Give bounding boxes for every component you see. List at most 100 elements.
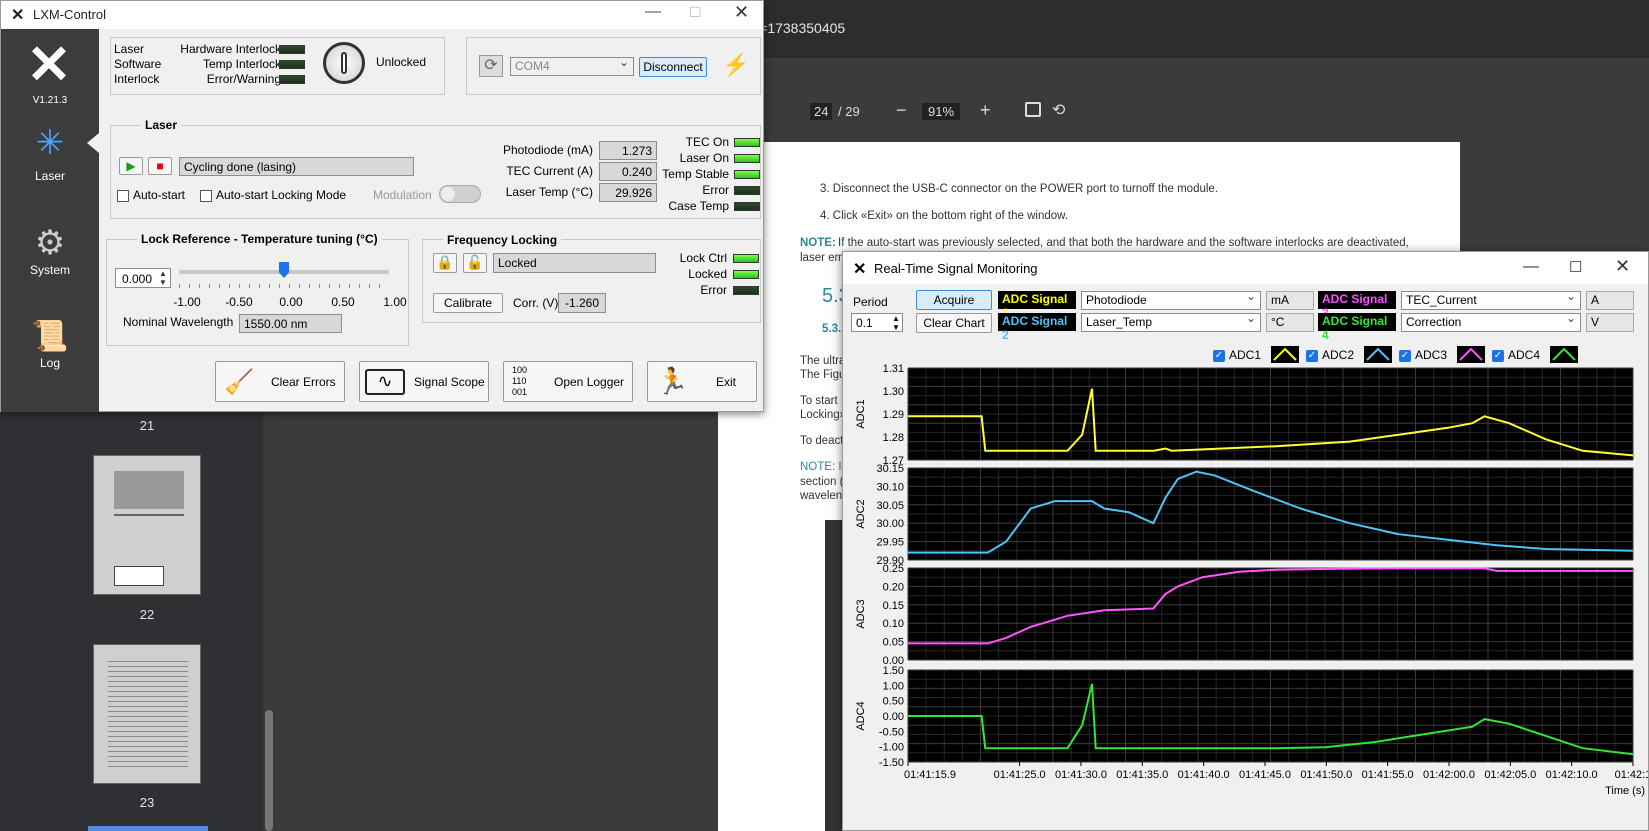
fit-page-icon[interactable]: [1025, 102, 1041, 117]
adc-signal-tag: ADC Signal 2: [998, 313, 1076, 342]
status-led: [734, 186, 760, 195]
temp-interlock-label: Temp Interlock: [202, 57, 281, 71]
lxm-control-window: ✕ LXM-Control — ☐ ✕ ✕ V1.21.3 ✳ Laser ⚙ …: [0, 0, 764, 412]
lock-led-label: Locked: [688, 267, 727, 281]
y-tick-label: 1.50: [883, 665, 904, 677]
thumb-page-22[interactable]: [93, 455, 201, 595]
refresh-icon[interactable]: ⟳: [479, 55, 503, 77]
close-icon[interactable]: ✕: [1615, 256, 1630, 277]
minimize-icon[interactable]: —: [1523, 258, 1539, 276]
pdf-p2b: Locking»: [800, 409, 847, 421]
readout-value: 0.240: [599, 162, 657, 181]
sidebar-item-label: Log: [39, 356, 61, 370]
legend-checkbox[interactable]: ✓ ADC3: [1399, 348, 1447, 362]
x-tick-label: 01:41:35.0: [1116, 769, 1168, 781]
minimize-icon[interactable]: —: [645, 3, 661, 21]
adc-signal-tag: ADC Signal 3: [1318, 291, 1396, 320]
x-axis-label: Time (s): [1605, 785, 1645, 797]
legend-checkbox[interactable]: ✓ ADC1: [1213, 348, 1261, 362]
com-port-select[interactable]: COM4: [510, 55, 634, 76]
thumb-page-23[interactable]: [93, 644, 201, 784]
lock-button[interactable]: 🔒: [433, 253, 457, 273]
lock-led: [733, 254, 759, 263]
status-led-label: Error: [702, 183, 729, 197]
rt-titlebar[interactable]: ✕ Real-Time Signal Monitoring — ☐ ✕: [843, 252, 1648, 284]
stop-button[interactable]: ■: [148, 157, 172, 175]
interlock-panel: Laser Software Interlock Hardware Interl…: [110, 37, 445, 95]
thumb-scrollbar[interactable]: [263, 390, 275, 831]
adc-source-select[interactable]: TEC_Current: [1401, 289, 1581, 310]
pdf-p2a: To start: [800, 395, 838, 407]
legend-checkbox[interactable]: ✓ ADC4: [1492, 348, 1540, 362]
signal-scope-button[interactable]: ∿ Signal Scope: [359, 361, 489, 402]
zoom-in-button[interactable]: +: [980, 100, 991, 121]
corr-label: Corr. (V): [513, 296, 559, 310]
page-number-input[interactable]: 24: [810, 103, 833, 120]
y-axis-label: ADC3: [855, 599, 867, 628]
adc-source-select[interactable]: Correction: [1401, 311, 1581, 332]
brand-logo-icon: ✕: [26, 35, 72, 95]
hw-interlock-led: [279, 45, 305, 54]
adc-unit-field: V: [1586, 313, 1634, 332]
unlock-button[interactable]: 🔓: [463, 253, 487, 273]
autostart-locking-checkbox[interactable]: Auto-start Locking Mode: [200, 188, 346, 202]
temp-interlock-led: [279, 60, 305, 69]
lock-led-label: Lock Ctrl: [679, 251, 727, 265]
pdf-item-4: 4. Click «Exit» on the bottom right of t…: [820, 210, 1069, 222]
key-switch-icon[interactable]: [323, 42, 365, 84]
freq-section-title: Frequency Locking: [443, 233, 562, 247]
app-logo-icon: ✕: [853, 261, 867, 278]
browser-address-bar[interactable]: df?_t=1738350405: [700, 0, 1649, 58]
y-tick-label: 0.00: [883, 711, 904, 723]
close-icon[interactable]: ✕: [734, 2, 749, 23]
scroll-icon: 📜: [31, 320, 69, 353]
status-led-label: Temp Stable: [662, 167, 729, 181]
realtime-monitor-window: ✕ Real-Time Signal Monitoring — ☐ ✕ Peri…: [842, 251, 1649, 831]
sidebar-item-laser[interactable]: ✳ Laser: [1, 121, 99, 209]
lockref-spinbox[interactable]: 0.000 ▲ ▼: [115, 268, 171, 288]
pdf-heading-5-3-1: 5.3.: [822, 323, 842, 335]
calibrate-button[interactable]: Calibrate: [433, 293, 503, 313]
legend-label: ADC3: [1415, 348, 1448, 362]
zoom-out-button[interactable]: −: [896, 100, 907, 121]
y-tick-label: 1.30: [883, 386, 904, 398]
period-label: Period: [853, 295, 888, 309]
hw-interlock-label: Hardware Interlock: [180, 42, 281, 56]
maximize-icon[interactable]: ☐: [1569, 258, 1582, 276]
signal-plots: 1.311.301.291.281.27ADC130.1530.1030.053…: [855, 363, 1648, 797]
laser-panel: Laser ▶ ■ Cycling done (lasing) Auto-sta…: [110, 118, 761, 219]
play-button[interactable]: ▶: [119, 157, 143, 175]
lxm-window-title: LXM-Control: [33, 7, 106, 22]
sidebar-item-system[interactable]: ⚙ System: [1, 223, 99, 303]
pdf-item-3: 3. Disconnect the USB-C connector on the…: [820, 183, 1219, 195]
lockref-slider-handle[interactable]: [279, 262, 289, 278]
gear-icon: ⚙: [34, 224, 66, 262]
open-logger-button[interactable]: 100 110 001 Open Logger: [503, 361, 633, 402]
interlock-col1-2: Interlock: [114, 72, 160, 86]
autostart-checkbox[interactable]: Auto-start: [117, 188, 185, 202]
sidebar-item-log[interactable]: 📜 Log: [1, 319, 99, 399]
legend-label: ADC2: [1322, 348, 1355, 362]
zoom-level[interactable]: 91%: [922, 103, 961, 120]
lock-led: [733, 270, 759, 279]
adc-source-select[interactable]: Photodiode: [1081, 289, 1261, 310]
maximize-icon[interactable]: ☐: [689, 4, 702, 21]
legend-checkbox[interactable]: ✓ ADC2: [1306, 348, 1354, 362]
readout-value: 1.273: [599, 141, 657, 160]
exit-button[interactable]: 🏃 Exit: [647, 361, 757, 402]
rotate-icon[interactable]: ⟲: [1052, 100, 1065, 120]
disconnect-button[interactable]: Disconnect: [639, 57, 707, 77]
period-spinbox[interactable]: 0.1 ▲ ▼: [851, 313, 903, 332]
sidebar-item-label: System: [29, 263, 70, 277]
thumb-scrollbar-handle[interactable]: [265, 710, 273, 831]
clear-errors-button[interactable]: 🧹 Clear Errors: [215, 361, 345, 402]
adc-source-select[interactable]: Laser_Temp: [1081, 311, 1261, 332]
acquire-button[interactable]: Acquire: [916, 290, 992, 310]
thumb-label-22: 22: [139, 607, 155, 622]
waveform-icon: ∿: [365, 369, 405, 395]
lxm-titlebar[interactable]: ✕ LXM-Control — ☐ ✕: [1, 1, 763, 29]
pdf-toolbar: 24 / 29 − 91% + ⟲: [700, 58, 1649, 130]
pdf-p4a: section (: [800, 476, 844, 488]
pdf-note-text: If the auto-start was previously selecte…: [838, 237, 1409, 249]
clear-chart-button[interactable]: Clear Chart: [916, 313, 992, 333]
